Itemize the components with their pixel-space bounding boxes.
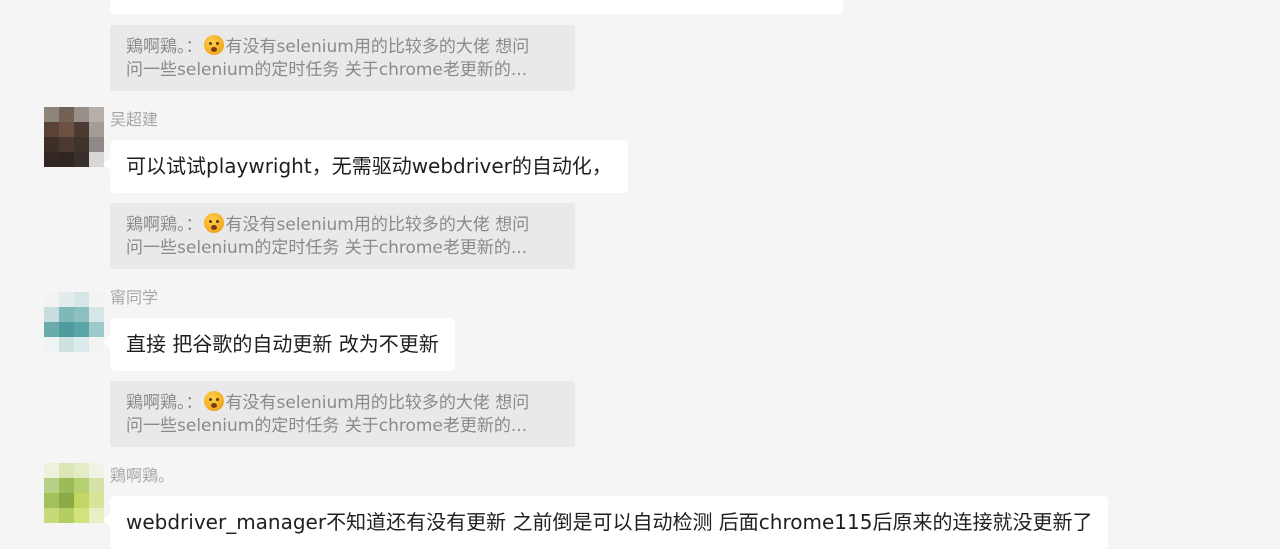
quote-text: 有没有selenium用的比较多的大佬 想问	[225, 393, 530, 413]
message-bubble[interactable]: webdriver_manager不知道还有没有更新 之前倒是可以自动检测 后面…	[102, 496, 1109, 549]
quote-line-1: 鶏啊鶏。： 有没有selenium用的比较多的大佬 想问	[126, 213, 559, 237]
avatar[interactable]	[44, 463, 104, 523]
quoted-message[interactable]: 鶏啊鶏。： 有没有selenium用的比较多的大佬 想问 问一些selenium的…	[110, 203, 575, 269]
quote-author: 鶏啊鶏。：	[126, 393, 203, 413]
hushed-face-emoji-icon	[203, 391, 224, 411]
hushed-face-emoji-icon	[203, 35, 224, 55]
message-bubble[interactable]: 直接 把谷歌的自动更新 改为不更新	[103, 318, 455, 371]
quote-line-1: 鶏啊鶏。： 有没有selenium用的比较多的大佬 想问	[126, 391, 559, 415]
quote-line-1: 鶏啊鶏。： 有没有selenium用的比较多的大佬 想问	[126, 35, 559, 59]
sender-name: 吴超建	[110, 110, 159, 129]
quote-line-2: 问一些selenium的定时任务 关于chrome老更新的...	[126, 238, 528, 258]
quote-author: 鶏啊鶏。：	[126, 215, 203, 235]
quote-text: 有没有selenium用的比较多的大佬 想问	[225, 37, 530, 57]
sender-name: 甯同学	[110, 288, 159, 307]
quote-line-2: 问一些selenium的定时任务 关于chrome老更新的...	[126, 60, 528, 80]
quote-text: 有没有selenium用的比较多的大佬 想问	[225, 215, 530, 235]
avatar[interactable]	[44, 107, 104, 167]
previous-message-bubble[interactable]	[110, 0, 843, 14]
avatar[interactable]	[44, 292, 104, 352]
quoted-message[interactable]: 鶏啊鶏。： 有没有selenium用的比较多的大佬 想问 问一些selenium的…	[110, 381, 575, 447]
quote-author: 鶏啊鶏。：	[126, 37, 203, 57]
quote-line-2: 问一些selenium的定时任务 关于chrome老更新的...	[126, 416, 528, 436]
hushed-face-emoji-icon	[203, 213, 224, 233]
sender-name: 鶏啊鶏。	[110, 466, 175, 485]
quoted-message[interactable]: 鶏啊鶏。： 有没有selenium用的比较多的大佬 想问 问一些selenium的…	[110, 25, 575, 91]
message-bubble[interactable]: 可以试试playwright，无需驱动webdriver的自动化，	[103, 140, 628, 193]
